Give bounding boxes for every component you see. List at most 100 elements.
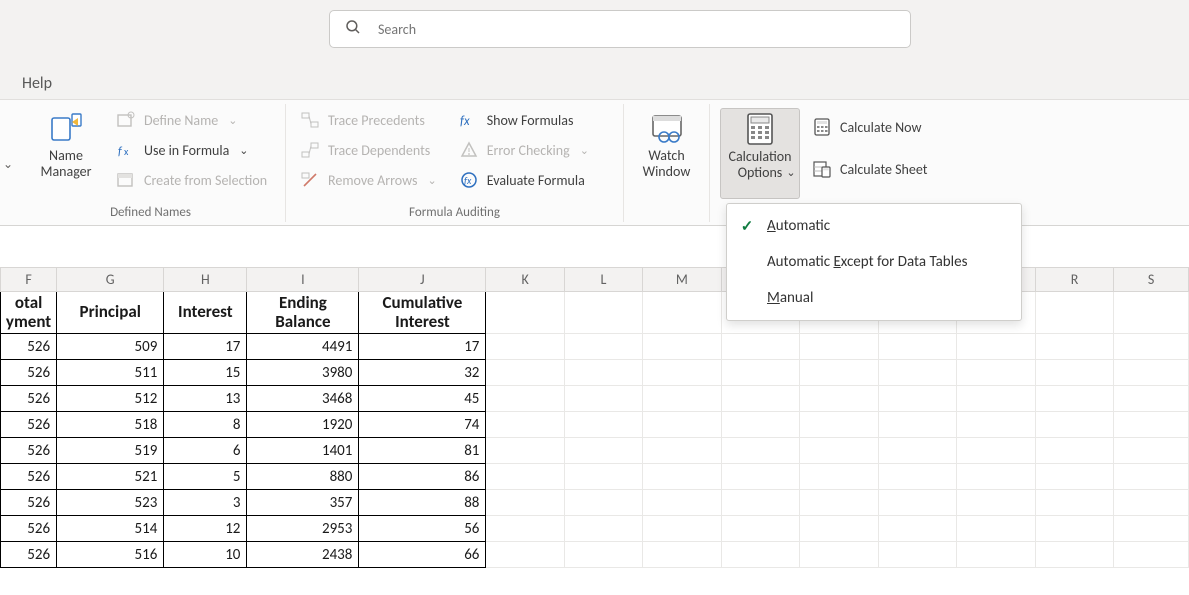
cell[interactable]: 66 [359,542,486,568]
cell[interactable] [1035,292,1113,334]
cell[interactable]: 56 [359,516,486,542]
cell[interactable] [486,438,564,464]
cell[interactable] [486,542,564,568]
cell[interactable]: 523 [57,490,164,516]
ribbon-collapse-chevron[interactable]: ⌄ [0,157,16,172]
cell[interactable]: 4491 [247,334,359,360]
header-cell-G[interactable]: Principal [57,292,164,334]
cell[interactable] [878,516,956,542]
cell[interactable] [1114,542,1189,568]
cell[interactable] [564,542,642,568]
cell[interactable]: 74 [359,412,486,438]
use-in-formula-button[interactable]: fx Use in Formula ⌄ [112,138,271,162]
cell[interactable] [878,542,956,568]
column-header-H[interactable]: H [164,268,247,292]
cell[interactable] [878,438,956,464]
cell[interactable] [486,516,564,542]
cell[interactable] [800,360,879,386]
evaluate-formula-button[interactable]: fx Evaluate Formula [455,168,593,192]
cell[interactable] [957,412,1036,438]
cell[interactable] [564,490,642,516]
cell[interactable] [878,386,956,412]
cell[interactable]: 880 [247,464,359,490]
cell[interactable] [643,464,722,490]
cell[interactable] [800,438,879,464]
trace-dependents-button[interactable]: Trace Dependents [296,138,441,162]
cell[interactable] [1114,334,1189,360]
cell[interactable] [1035,412,1113,438]
cell[interactable]: 526 [1,516,57,542]
trace-precedents-button[interactable]: Trace Precedents [296,108,441,132]
cell[interactable]: 518 [57,412,164,438]
cell[interactable] [800,516,879,542]
column-header-S[interactable]: S [1114,268,1189,292]
cell[interactable]: 526 [1,490,57,516]
cell[interactable]: 81 [359,438,486,464]
cell[interactable]: 526 [1,412,57,438]
cell[interactable] [721,360,800,386]
cell[interactable]: 6 [164,438,247,464]
cell[interactable] [957,438,1036,464]
header-cell-F[interactable]: otal yment [1,292,57,334]
cell[interactable] [1035,464,1113,490]
cell[interactable] [721,438,800,464]
menu-item-automatic[interactable]: ✓ Automatic [727,208,1021,244]
cell[interactable] [1114,292,1189,334]
tab-help[interactable]: Help [22,74,52,93]
cell[interactable] [957,490,1036,516]
cell[interactable] [486,464,564,490]
cell[interactable]: 512 [57,386,164,412]
cell[interactable] [486,412,564,438]
cell[interactable] [957,360,1036,386]
cell[interactable]: 1401 [247,438,359,464]
cell[interactable] [957,464,1036,490]
cell[interactable] [721,386,800,412]
cell[interactable]: 519 [57,438,164,464]
cell[interactable] [643,386,722,412]
cell[interactable] [1114,360,1189,386]
cell[interactable] [1035,334,1113,360]
cell[interactable] [564,516,642,542]
cell[interactable]: 17 [359,334,486,360]
cell[interactable] [486,334,564,360]
cell[interactable]: 526 [1,334,57,360]
cell[interactable] [878,490,956,516]
cell[interactable] [1035,386,1113,412]
cell[interactable]: 10 [164,542,247,568]
cell[interactable] [721,464,800,490]
cell[interactable] [721,334,800,360]
cell[interactable]: 8 [164,412,247,438]
cell[interactable] [1114,490,1189,516]
cell[interactable]: 526 [1,386,57,412]
header-cell-H[interactable]: Interest [164,292,247,334]
calculate-sheet-button[interactable]: Calculate Sheet [808,157,931,181]
header-cell-J[interactable]: Cumulative Interest [359,292,486,334]
cell[interactable] [1114,516,1189,542]
menu-item-manual[interactable]: ✓ Manual [727,280,1021,316]
cell[interactable]: 509 [57,334,164,360]
name-manager-button[interactable]: Name Manager [26,108,106,192]
cell[interactable] [643,516,722,542]
cell[interactable]: 3468 [247,386,359,412]
cell[interactable] [1114,412,1189,438]
cell[interactable] [643,412,722,438]
cell[interactable] [957,334,1036,360]
cell[interactable]: 514 [57,516,164,542]
cell[interactable] [643,360,722,386]
cell[interactable] [1114,464,1189,490]
cell[interactable] [878,360,956,386]
cell[interactable] [486,386,564,412]
cell[interactable]: 3 [164,490,247,516]
header-cell-I[interactable]: Ending Balance [247,292,359,334]
cell[interactable] [800,542,879,568]
column-header-R[interactable]: R [1035,268,1113,292]
cell[interactable]: 2438 [247,542,359,568]
cell[interactable] [643,438,722,464]
column-header-G[interactable]: G [57,268,164,292]
cell[interactable] [721,542,800,568]
cell[interactable]: 526 [1,360,57,386]
search-box[interactable] [329,10,911,48]
cell[interactable]: 32 [359,360,486,386]
cell[interactable] [957,386,1036,412]
column-header-L[interactable]: L [564,268,642,292]
